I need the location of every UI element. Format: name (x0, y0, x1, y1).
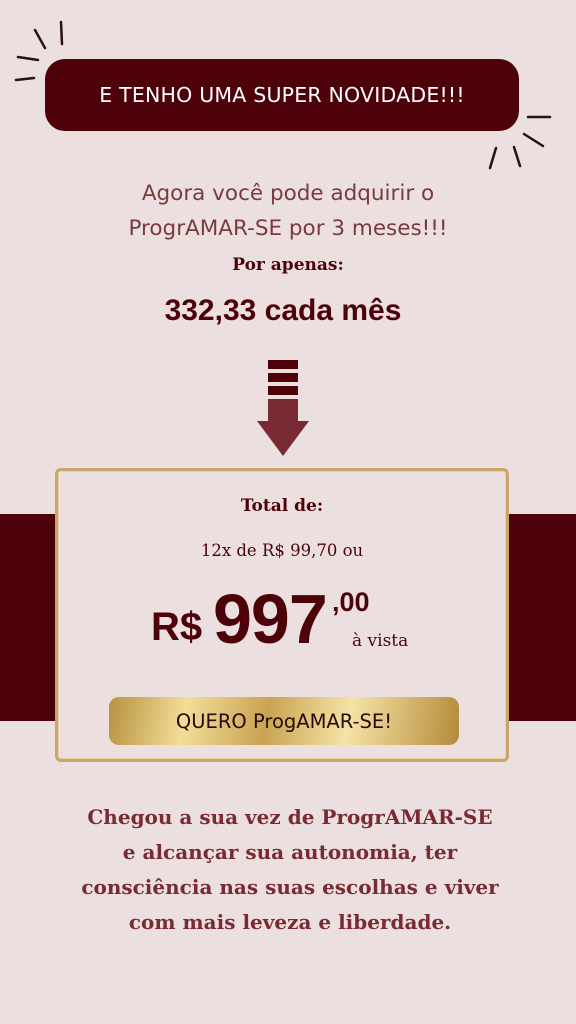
banner-text: E TENHO UMA SUPER NOVIDADE!!! (99, 83, 465, 107)
intro-line-1: Agora você pode adquirir o (141, 181, 435, 206)
por-apenas-label: Por apenas: (232, 255, 344, 275)
buy-now-button-label: QUERO ProgAMAR-SE! (175, 709, 393, 733)
sparkle-line (522, 132, 545, 148)
sparkle-line (59, 20, 64, 46)
monthly-price: 332,33 cada mês (164, 294, 402, 327)
intro-line-2: ProgrAMAR-SE por 3 meses!!! (128, 216, 448, 241)
closing-line-3: consciência nas suas escolhas e viver (81, 875, 499, 899)
installments-text: 12x de R$ 99,70 ou (200, 541, 364, 560)
price-cents: ,00 (332, 587, 370, 617)
closing-line-2: e alcançar sua autonomia, ter (122, 840, 458, 864)
closing-line-1: Chegou a sua vez de ProgrAMAR-SE (87, 805, 493, 829)
closing-text: Chegou a sua vez de ProgrAMAR-SE e alcan… (0, 800, 576, 940)
sparkle-line (33, 28, 47, 50)
sparkle-line (512, 145, 522, 168)
sparkle-line (14, 76, 36, 82)
closing-line-4: com mais leveza e liberdade. (128, 910, 452, 934)
price-amount: 997 (213, 580, 328, 658)
intro-text: Agora você pode adquirir o ProgrAMAR-SE … (0, 176, 576, 246)
announcement-banner: E TENHO UMA SUPER NOVIDADE!!! (45, 59, 519, 131)
buy-now-button[interactable]: QUERO ProgAMAR-SE! (109, 697, 459, 745)
price-note: à vista (352, 631, 409, 651)
total-label: Total de: (240, 496, 324, 516)
sparkle-line (16, 55, 40, 62)
down-arrow-icon (257, 360, 309, 456)
price-currency: R$ (151, 605, 203, 649)
sparkle-line (488, 146, 498, 170)
offer-card: Total de: 12x de R$ 99,70 ou R$ 997 ,00 … (55, 468, 509, 762)
